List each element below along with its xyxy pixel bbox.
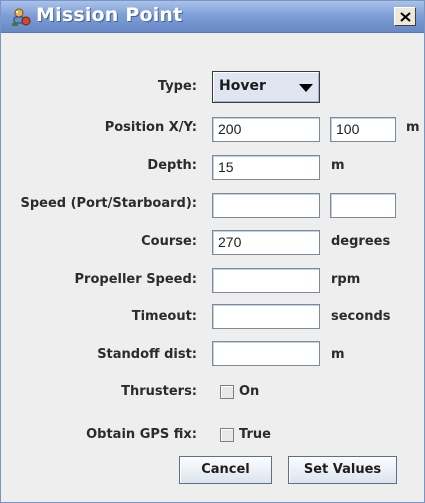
dropdown-arrow-icon (299, 84, 313, 92)
gps-checkbox-label[interactable]: True (239, 425, 271, 445)
thrusters-checkbox-label[interactable]: On (239, 382, 259, 402)
position-unit: m (406, 120, 420, 135)
mission-point-dialog: Mission Point Type: Hover Position X/Y: … (0, 0, 425, 503)
window-title: Mission Point (36, 4, 183, 26)
depth-unit: m (331, 158, 345, 173)
gps-label: Obtain GPS fix: (86, 427, 197, 442)
title-bar[interactable]: Mission Point (1, 1, 424, 33)
course-label: Course: (141, 234, 197, 249)
propeller-speed-label: Propeller Speed: (74, 272, 197, 287)
type-dropdown[interactable]: Hover (212, 71, 320, 103)
propeller-speed-field[interactable] (212, 268, 320, 293)
speed-label: Speed (Port/Starboard): (20, 196, 197, 211)
standoff-label: Standoff dist: (97, 347, 197, 362)
course-field[interactable]: 270 (212, 230, 320, 255)
depth-field[interactable]: 15 (212, 155, 320, 180)
standoff-unit: m (331, 347, 345, 362)
propeller-speed-unit: rpm (331, 272, 361, 287)
gps-checkbox[interactable] (220, 428, 234, 442)
thrusters-label: Thrusters: (121, 384, 197, 399)
close-button[interactable] (394, 7, 416, 26)
set-values-button[interactable]: Set Values (288, 456, 397, 484)
robot-icon (10, 6, 32, 28)
speed-port-field[interactable] (212, 193, 320, 218)
timeout-unit: seconds (331, 309, 391, 324)
type-selected-value: Hover (219, 78, 266, 94)
timeout-label: Timeout: (131, 309, 197, 324)
type-label: Type: (157, 79, 197, 94)
position-label: Position X/Y: (104, 120, 197, 135)
thrusters-checkbox[interactable] (220, 385, 234, 399)
speed-starboard-field[interactable] (330, 193, 396, 218)
timeout-field[interactable] (212, 304, 320, 329)
course-unit: degrees (331, 234, 391, 249)
position-y-field[interactable]: 100 (330, 117, 396, 142)
position-x-field[interactable]: 200 (212, 117, 320, 142)
depth-label: Depth: (147, 158, 197, 173)
close-icon (400, 12, 411, 22)
standoff-field[interactable] (212, 341, 320, 366)
cancel-button[interactable]: Cancel (179, 456, 272, 484)
